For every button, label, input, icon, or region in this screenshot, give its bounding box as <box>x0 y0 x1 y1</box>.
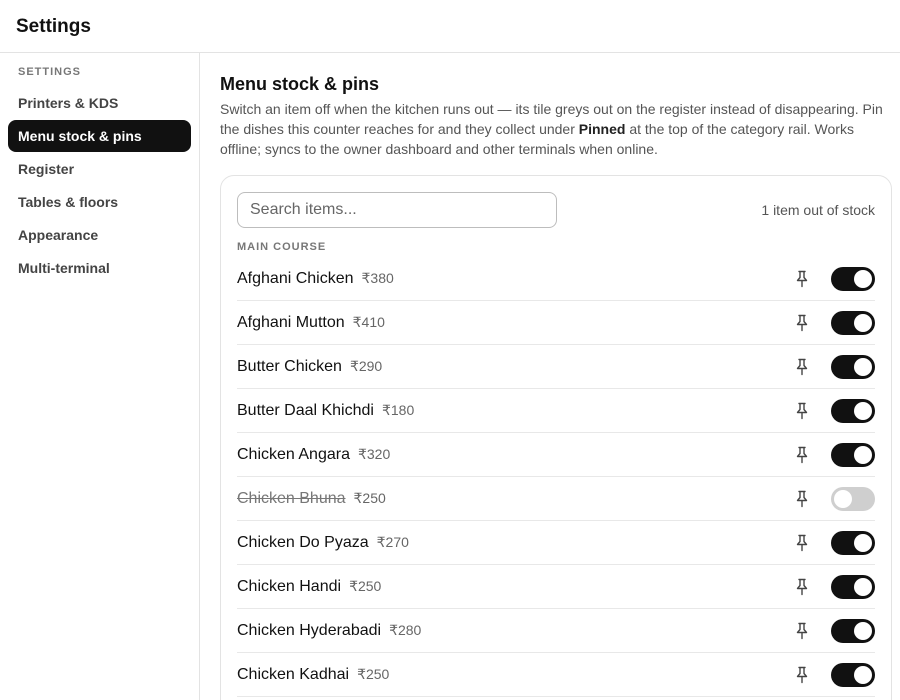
pin-icon[interactable] <box>795 402 809 420</box>
toggle-knob <box>854 358 872 376</box>
sidebar-heading: SETTINGS <box>18 66 82 78</box>
item-name: Afghani Mutton <box>237 313 345 331</box>
sidebar-nav: Printers & KDS Menu stock & pins Registe… <box>8 87 191 285</box>
sidebar-item-menu-stock-pins[interactable]: Menu stock & pins <box>8 120 191 152</box>
search-input[interactable] <box>237 192 557 228</box>
description-bold: Pinned <box>578 121 626 137</box>
stock-toggle[interactable] <box>831 311 875 335</box>
sidebar-item-tables-floors[interactable]: Tables & floors <box>8 186 191 218</box>
list-item: Chicken Angara ₹320 <box>237 433 875 477</box>
pin-icon[interactable] <box>795 446 809 464</box>
toggle-knob <box>854 270 872 288</box>
item-name: Butter Daal Khichdi <box>237 401 374 419</box>
list-item: Chicken Handi ₹250 <box>237 565 875 609</box>
stock-toggle[interactable] <box>831 399 875 423</box>
list-item: Butter Daal Khichdi ₹180 <box>237 389 875 433</box>
toggle-knob <box>834 490 852 508</box>
item-price: ₹320 <box>357 446 391 462</box>
stock-toggle[interactable] <box>831 531 875 555</box>
item-price: ₹280 <box>389 622 422 638</box>
pin-icon[interactable] <box>795 622 809 640</box>
item-price: ₹250 <box>353 490 386 506</box>
sidebar: SETTINGS Printers & KDS Menu stock & pin… <box>0 53 200 700</box>
toggle-knob <box>854 666 872 684</box>
pin-icon[interactable] <box>795 314 809 332</box>
page-title: Menu stock & pins <box>220 74 380 94</box>
item-list: Afghani Chicken ₹380 Afghani Mutton ₹410 But… <box>237 257 875 697</box>
main-content: Menu stock & pins Switch an item off whe… <box>200 53 900 700</box>
item-price: ₹270 <box>376 534 409 550</box>
toggle-knob <box>854 314 872 332</box>
top-bar: Settings <box>0 0 900 53</box>
toggle-knob <box>854 578 872 596</box>
list-item: Chicken Do Pyaza ₹270 <box>237 521 875 565</box>
list-item: Chicken Kadhai ₹250 <box>237 653 875 697</box>
sidebar-item-label: Register <box>18 161 75 177</box>
stock-toggle[interactable] <box>831 663 875 687</box>
toggle-knob <box>854 622 872 640</box>
item-name: Chicken Hyderabadi <box>237 621 382 639</box>
sidebar-item-appearance[interactable]: Appearance <box>8 219 191 251</box>
item-name: Chicken Kadhai <box>237 665 350 683</box>
toggle-knob <box>854 402 872 420</box>
pin-icon[interactable] <box>795 534 809 552</box>
stock-toggle[interactable] <box>831 443 875 467</box>
list-item: Butter Chicken ₹290 <box>237 345 875 389</box>
stock-toggle[interactable] <box>831 575 875 599</box>
stock-toggle[interactable] <box>831 355 875 379</box>
toggle-knob <box>854 446 872 464</box>
stock-count: 1 item out of stock <box>761 202 875 218</box>
item-price: ₹380 <box>361 270 394 286</box>
pin-icon[interactable] <box>795 578 809 596</box>
sidebar-item-label: Printers & KDS <box>18 95 119 111</box>
stock-toggle[interactable] <box>831 267 875 291</box>
section-label: MAIN COURSE <box>237 241 327 253</box>
sidebar-item-label: Multi-terminal <box>18 260 110 276</box>
stock-toggle[interactable] <box>831 619 875 643</box>
item-price: ₹250 <box>357 666 390 682</box>
item-name: Chicken Handi <box>237 577 342 595</box>
toggle-knob <box>854 534 872 552</box>
list-item: Afghani Chicken ₹380 <box>237 257 875 301</box>
item-name: Chicken Bhuna <box>237 489 346 507</box>
list-item: Chicken Hyderabadi ₹280 <box>237 609 875 653</box>
pin-icon[interactable] <box>795 490 809 508</box>
item-price: ₹180 <box>381 402 415 418</box>
item-name: Butter Chicken <box>237 357 342 375</box>
sidebar-item-register[interactable]: Register <box>8 153 191 185</box>
item-name: Chicken Do Pyaza <box>237 533 369 551</box>
item-price: ₹290 <box>349 358 383 374</box>
page-description: Switch an item off when the kitchen runs… <box>220 99 890 159</box>
pin-icon[interactable] <box>795 358 809 376</box>
sidebar-item-label: Appearance <box>18 227 99 243</box>
item-price: ₹250 <box>349 578 382 594</box>
item-name: Chicken Angara <box>237 445 350 463</box>
item-price: ₹410 <box>352 314 385 330</box>
list-item: Afghani Mutton ₹410 <box>237 301 875 345</box>
sidebar-item-multi-terminal[interactable]: Multi-terminal <box>8 252 191 284</box>
pin-icon[interactable] <box>795 666 809 684</box>
pin-icon[interactable] <box>795 270 809 288</box>
items-card: 1 item out of stock MAIN COURSE Afghani … <box>220 175 892 700</box>
stock-toggle[interactable] <box>831 487 875 511</box>
app-title: Settings <box>16 16 91 37</box>
list-item: Chicken Bhuna ₹250 <box>237 477 875 521</box>
sidebar-item-label: Tables & floors <box>18 194 119 210</box>
sidebar-item-printers-kds[interactable]: Printers & KDS <box>8 87 191 119</box>
item-name: Afghani Chicken <box>237 269 354 287</box>
sidebar-item-label: Menu stock & pins <box>18 128 142 144</box>
